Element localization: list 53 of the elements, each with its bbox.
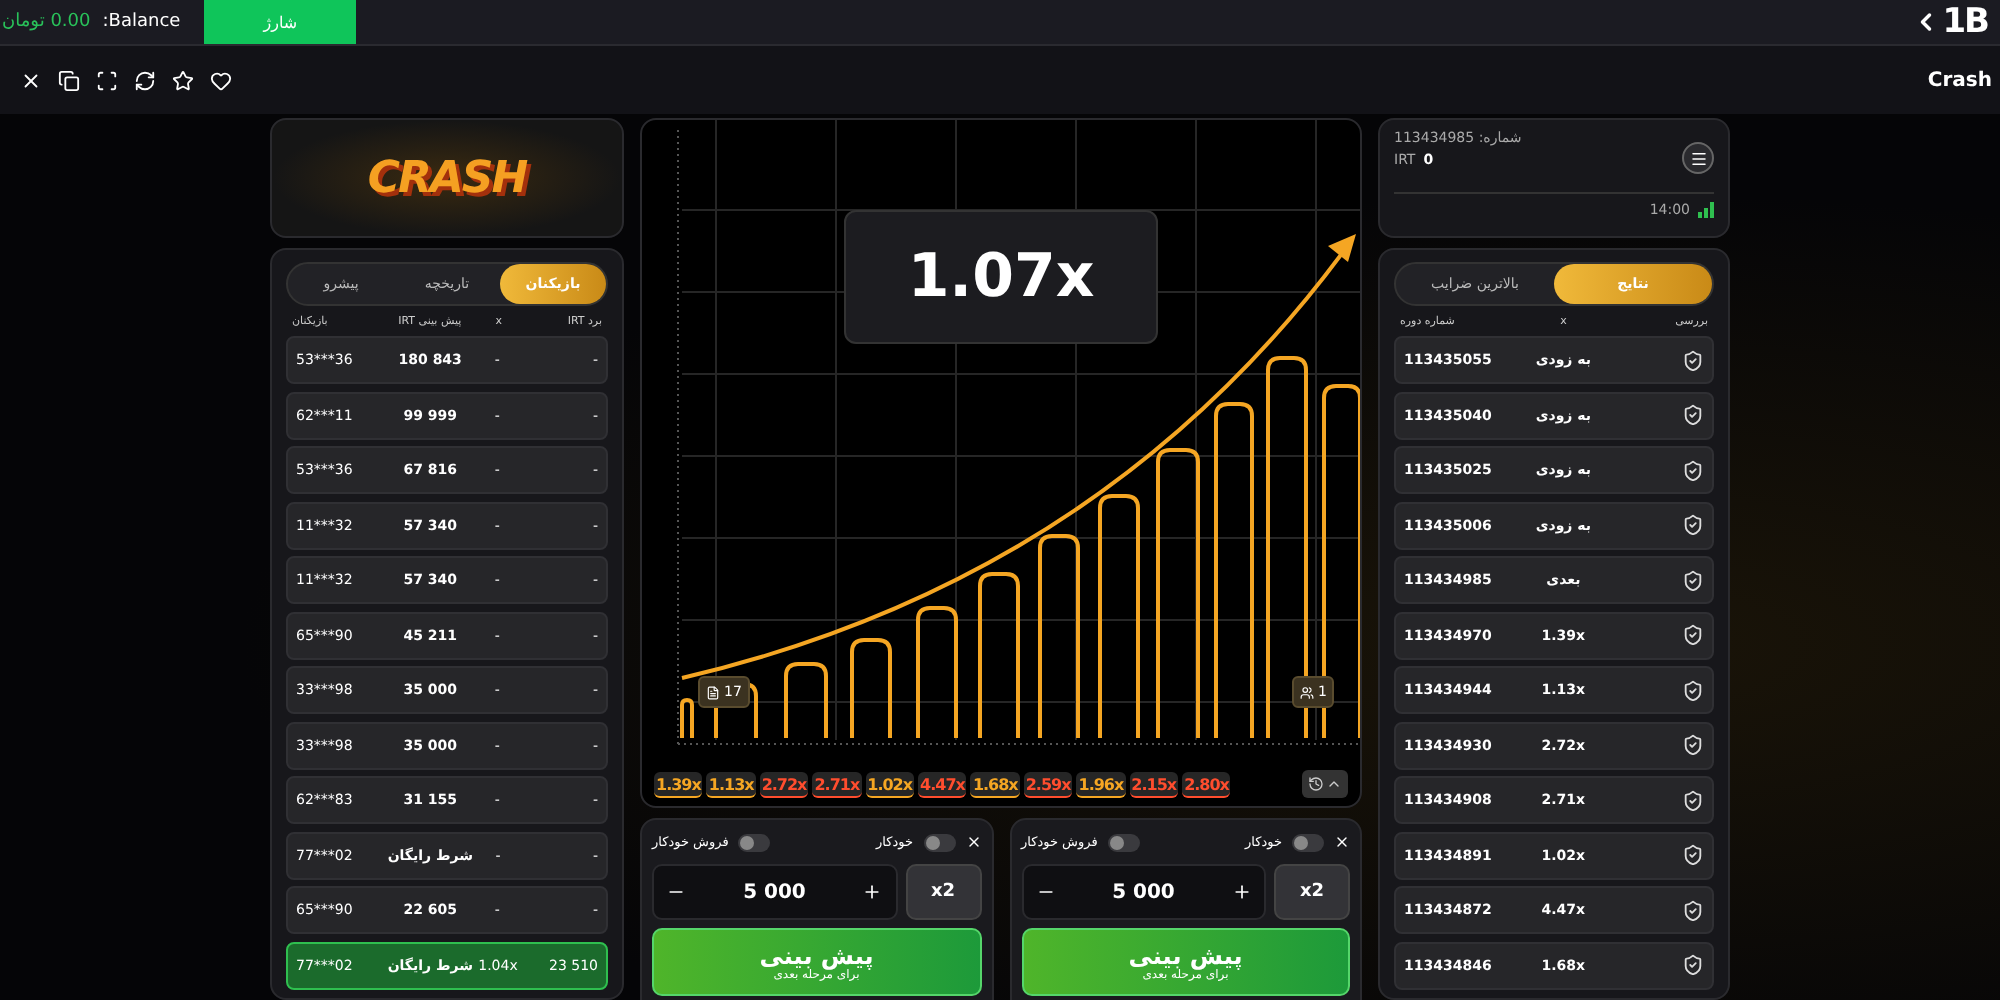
game-title: Crash: [1927, 69, 1992, 91]
verify-icon[interactable]: [1682, 349, 1704, 371]
verify-icon[interactable]: [1682, 624, 1704, 646]
close-icon[interactable]: [965, 834, 981, 850]
plus-button[interactable]: [862, 882, 883, 902]
verify-icon[interactable]: [1682, 734, 1704, 756]
balance-label: Balance:: [102, 12, 181, 32]
bet-amount-field[interactable]: 5 000: [1021, 864, 1266, 920]
verify-icon[interactable]: [1682, 679, 1704, 701]
close-icon[interactable]: [20, 69, 42, 91]
signal-icon: [1698, 202, 1714, 218]
verify-icon[interactable]: [1682, 459, 1704, 481]
history-multiplier: 1.02x: [865, 771, 915, 797]
double-button[interactable]: x2: [905, 864, 981, 920]
history-multiplier: 2.80x: [1182, 771, 1231, 797]
history-multiplier: 1.96x: [1076, 771, 1126, 797]
history-multiplier: 4.47x: [918, 771, 967, 797]
menu-button[interactable]: [1682, 142, 1714, 174]
verify-icon[interactable]: [1682, 789, 1704, 811]
site-logo[interactable]: 1B: [1942, 2, 1988, 42]
copy-icon[interactable]: [58, 69, 80, 91]
verify-icon[interactable]: [1682, 514, 1704, 536]
verify-icon[interactable]: [1682, 404, 1704, 426]
auto-cashout-switch[interactable]: [738, 833, 771, 851]
verify-icon[interactable]: [1682, 899, 1704, 921]
fullscreen-icon[interactable]: [96, 69, 118, 91]
close-icon[interactable]: [1334, 834, 1350, 850]
heart-icon[interactable]: [210, 69, 232, 91]
refresh-icon[interactable]: [134, 69, 156, 91]
history-multiplier: 2.15x: [1129, 771, 1179, 797]
verify-icon[interactable]: [1682, 569, 1704, 591]
history-multiplier: 1.39x: [654, 771, 703, 797]
history-multiplier: 2.71x: [812, 771, 862, 797]
plus-button[interactable]: [1231, 882, 1252, 902]
bet-amount-field[interactable]: 5 000: [652, 864, 897, 920]
current-multiplier: 1.07x: [844, 210, 1158, 344]
history-multiplier: 1.68x: [970, 771, 1020, 797]
star-icon[interactable]: [172, 69, 194, 91]
verify-icon[interactable]: [1682, 844, 1704, 866]
menu-icon: [1689, 149, 1707, 167]
verify-icon[interactable]: [1682, 954, 1704, 976]
history-multiplier: 1.13x: [706, 771, 756, 797]
auto-cashout-switch[interactable]: [1107, 833, 1140, 851]
auto-bet-switch[interactable]: [1292, 833, 1324, 851]
history-icon: [1308, 776, 1324, 792]
balance-amount: 0.00 تومان: [0, 12, 91, 32]
game-logo: CRASH: [367, 153, 527, 203]
history-button[interactable]: [1302, 770, 1348, 798]
history-multiplier: 2.59x: [1023, 771, 1073, 797]
auto-bet-switch[interactable]: [923, 833, 955, 851]
history-multiplier: 2.72x: [759, 771, 809, 797]
chevron-up-icon: [1326, 776, 1342, 792]
double-button[interactable]: x2: [1274, 864, 1350, 920]
